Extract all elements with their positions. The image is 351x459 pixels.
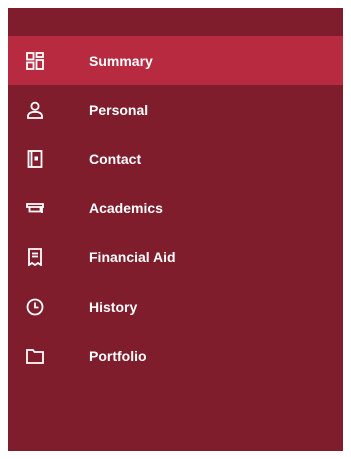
sidebar-item-label: Financial Aid	[89, 249, 176, 266]
dashboard-grid-icon	[26, 51, 44, 70]
sidebar-item-financial-aid[interactable]: Financial Aid	[8, 233, 343, 282]
sidebar-item-label: Portfolio	[89, 347, 147, 364]
sidebar-item-label: Academics	[89, 200, 163, 217]
sidebar-item-history[interactable]: History	[8, 282, 343, 331]
sidebar-item-label: Contact	[89, 150, 142, 167]
contact-book-icon	[26, 150, 44, 168]
folder-icon	[26, 347, 44, 365]
graduation-cap-icon	[26, 199, 44, 217]
person-icon	[26, 101, 44, 119]
receipt-icon	[26, 248, 44, 267]
sidebar-item-portfolio[interactable]: Portfolio	[8, 331, 343, 380]
sidebar-item-label: Personal	[89, 101, 149, 118]
sidebar-nav: Summary Personal Contact Academics Finan…	[8, 8, 343, 451]
sidebar-item-personal[interactable]: Personal	[8, 85, 343, 134]
sidebar-item-contact[interactable]: Contact	[8, 134, 343, 183]
sidebar-item-summary[interactable]: Summary	[8, 36, 343, 86]
clock-icon	[26, 298, 44, 316]
sidebar-item-label: History	[89, 298, 138, 315]
sidebar-item-label: Summary	[89, 52, 153, 69]
sidebar-item-academics[interactable]: Academics	[8, 184, 343, 233]
